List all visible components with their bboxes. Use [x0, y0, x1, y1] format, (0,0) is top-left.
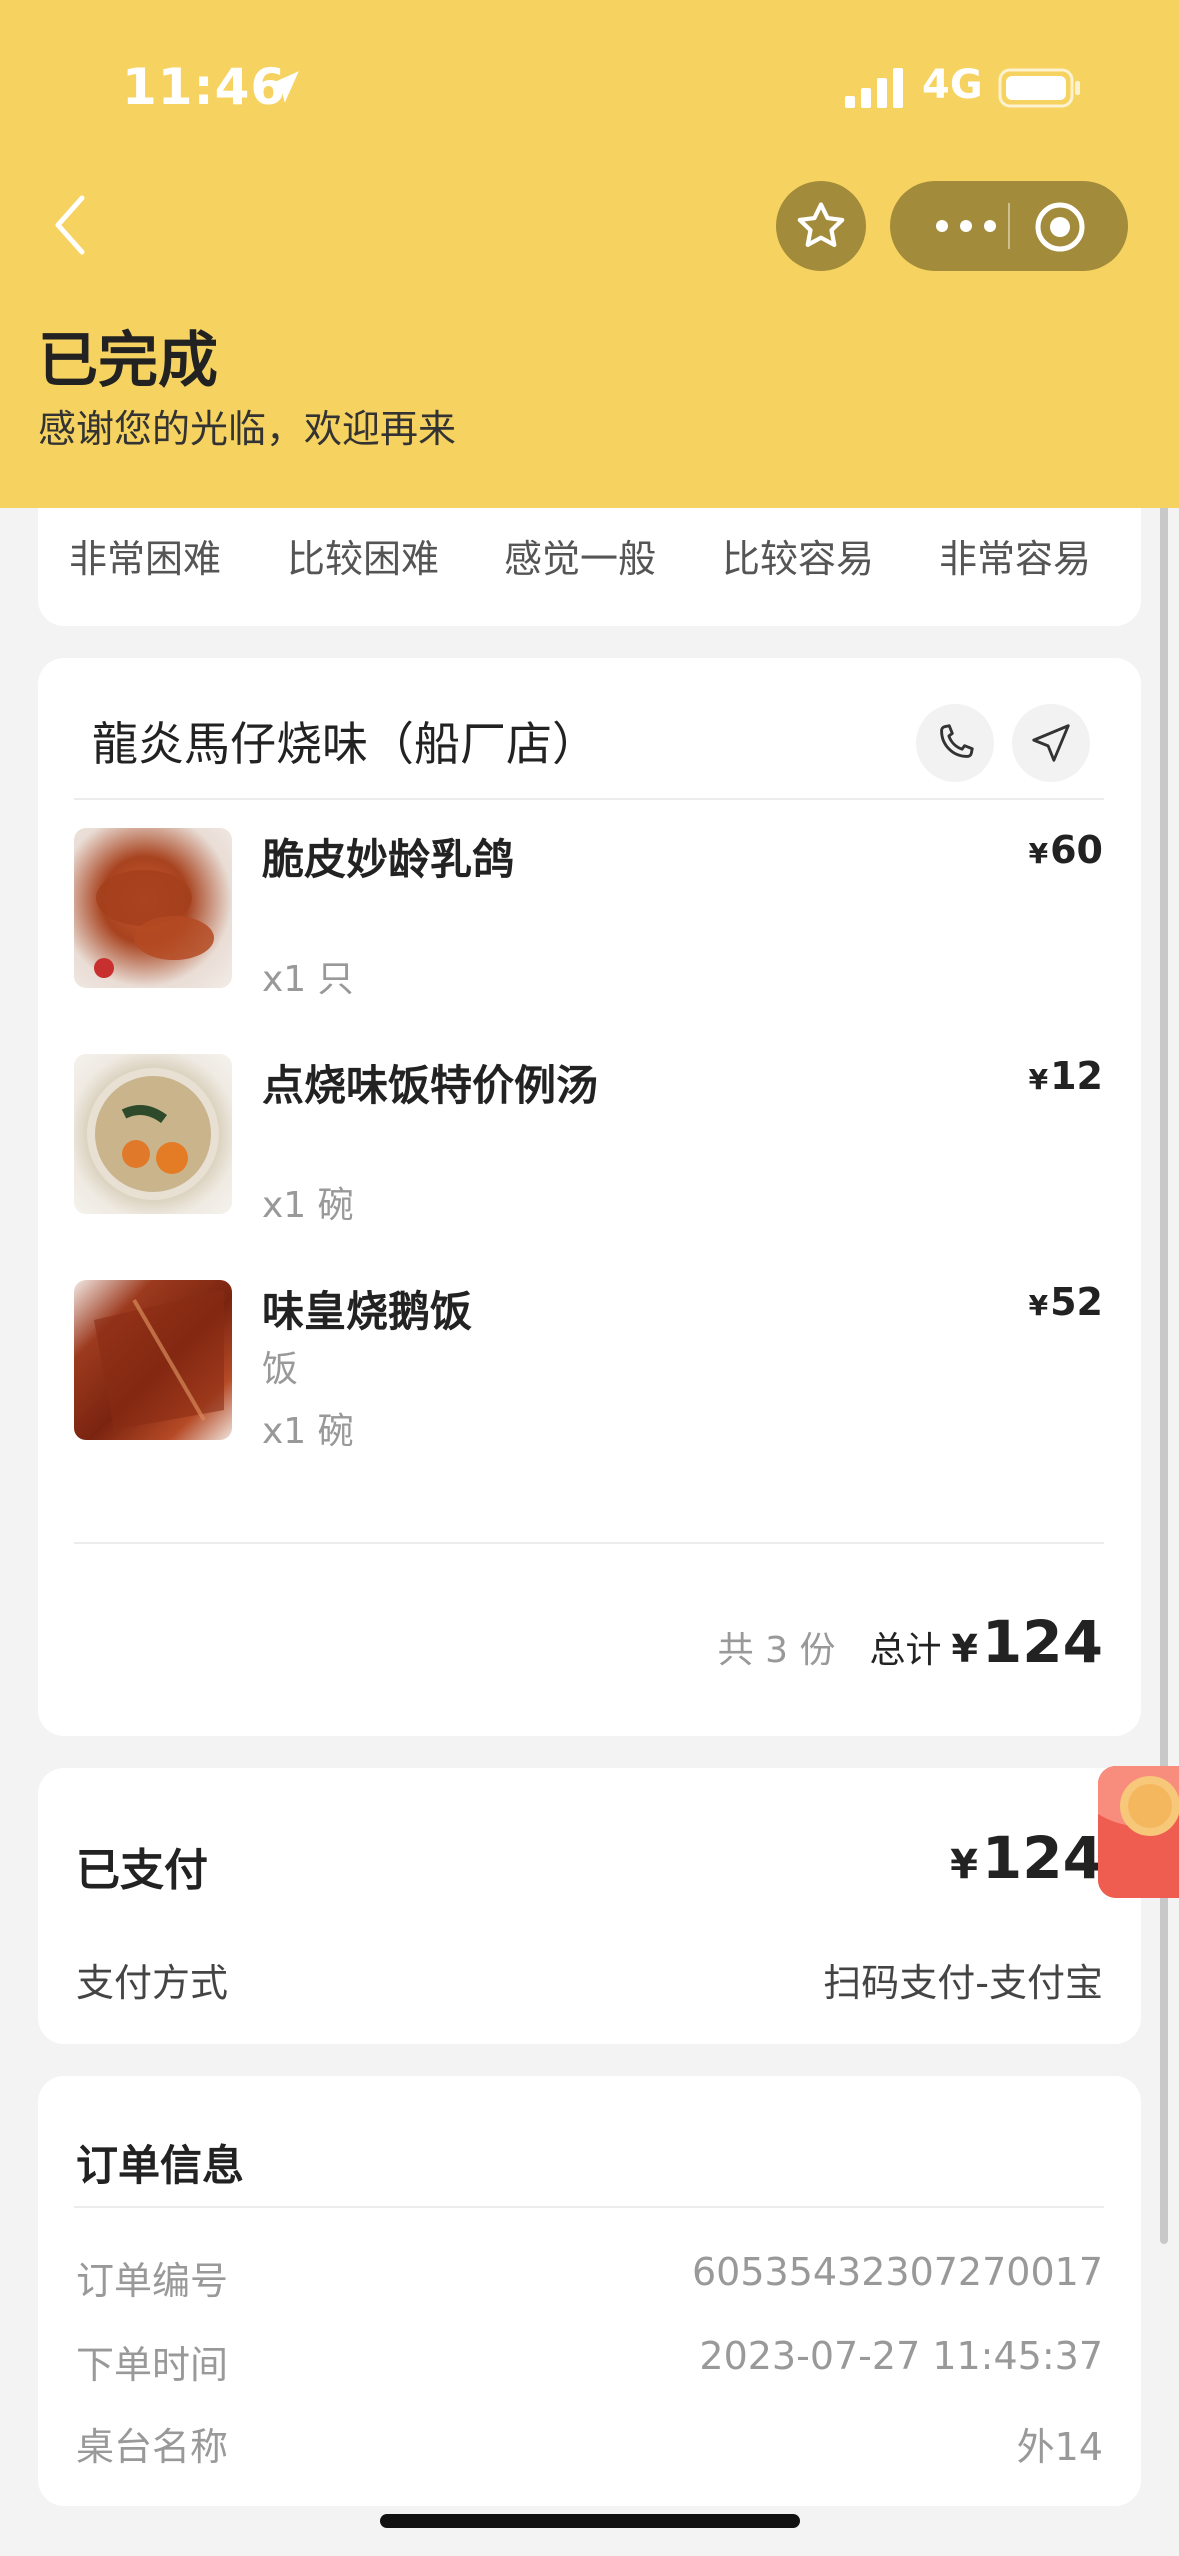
location-arrow-icon — [267, 71, 299, 103]
battery-icon — [998, 68, 1080, 108]
payment-card: 已支付 ¥124 支付方式 扫码支付-支付宝 — [38, 1768, 1141, 2044]
rating-option[interactable]: 感觉一般 — [485, 528, 675, 583]
back-icon[interactable] — [44, 190, 104, 260]
signal-icon — [845, 68, 903, 108]
table-name-label: 桌台名称 — [76, 2425, 229, 2469]
payment-method-value: 扫码支付-支付宝 — [823, 1961, 1103, 2005]
scrollbar[interactable] — [1160, 470, 1168, 2244]
rating-option[interactable]: 非常容易 — [920, 528, 1110, 583]
order-info-title: 订单信息 — [76, 2141, 245, 2190]
table-name-value: 外14 — [1016, 2425, 1103, 2469]
rating-option[interactable]: 非常困难 — [50, 528, 240, 583]
navigate-icon — [1032, 724, 1070, 762]
divider — [74, 2206, 1104, 2208]
header: 11:46 4G 已完成 感谢您的光临，欢迎再来 — [0, 0, 1179, 508]
order-number-value[interactable]: 60535432307270017 — [692, 2250, 1103, 2294]
star-icon — [797, 202, 845, 247]
item-count: 共 3 份 — [717, 1630, 836, 1671]
favorite-button[interactable] — [776, 181, 866, 271]
close-miniprogram-icon[interactable] — [1032, 199, 1088, 255]
total-label: 总计 — [869, 1630, 942, 1671]
page-title: 已完成 — [38, 326, 218, 396]
shop-name[interactable]: 龍炎馬仔烧味（船厂店） — [92, 708, 598, 774]
more-icon[interactable] — [926, 203, 1016, 249]
dish-image[interactable] — [74, 828, 232, 988]
rating-option[interactable]: 比较困难 — [268, 528, 458, 583]
order-total-row: 共 3 份 总计 ¥ 124 — [718, 1608, 1103, 1676]
divider — [74, 798, 1104, 800]
payment-method-label: 支付方式 — [76, 1961, 229, 2005]
currency-symbol: ¥ — [951, 1627, 978, 1671]
payment-status: 已支付 — [76, 1845, 208, 1896]
dish-name: 点烧味饭特价例汤 — [262, 1061, 599, 1110]
order-time-label: 下单时间 — [76, 2343, 229, 2387]
dish-quantity: x1 碗 — [262, 1411, 354, 1452]
order-info-card: 订单信息 订单编号 60535432307270017 下单时间 2023-07… — [38, 2076, 1141, 2506]
dish-name: 脆皮妙龄乳鸽 — [262, 835, 515, 884]
dish-image[interactable] — [74, 1054, 232, 1214]
redpacket-icon[interactable] — [1098, 1766, 1179, 1898]
page-subtitle: 感谢您的光临，欢迎再来 — [38, 407, 457, 451]
miniprogram-capsule — [890, 181, 1128, 271]
order-number-label: 订单编号 — [76, 2259, 229, 2303]
network-label: 4G — [922, 62, 983, 108]
call-shop-button[interactable] — [916, 704, 994, 782]
dish-name: 味皇烧鹅饭 — [262, 1287, 473, 1336]
dish-quantity: x1 只 — [262, 959, 354, 1000]
dish-image[interactable] — [74, 1280, 232, 1440]
home-indicator — [380, 2514, 800, 2528]
dish-quantity: x1 碗 — [262, 1185, 354, 1226]
order-time-value: 2023-07-27 11:45:37 — [699, 2334, 1103, 2378]
phone-icon — [940, 724, 974, 758]
dish-price: ¥12 — [1028, 1054, 1103, 1098]
payment-amount: ¥124 — [950, 1824, 1103, 1892]
divider — [74, 1542, 1104, 1544]
dish-spec: 饭 — [262, 1349, 299, 1390]
rating-option[interactable]: 比较容易 — [703, 528, 893, 583]
navigate-button[interactable] — [1012, 704, 1090, 782]
dish-price: ¥60 — [1028, 828, 1103, 872]
capsule-divider — [1008, 203, 1010, 249]
order-card: 龍炎馬仔烧味（船厂店） 脆皮妙龄乳鸽 ¥60 x1 只 点烧味饭特价例汤 ¥12… — [38, 658, 1141, 1736]
total-amount: 124 — [981, 1608, 1103, 1676]
dish-price: ¥52 — [1028, 1280, 1103, 1324]
